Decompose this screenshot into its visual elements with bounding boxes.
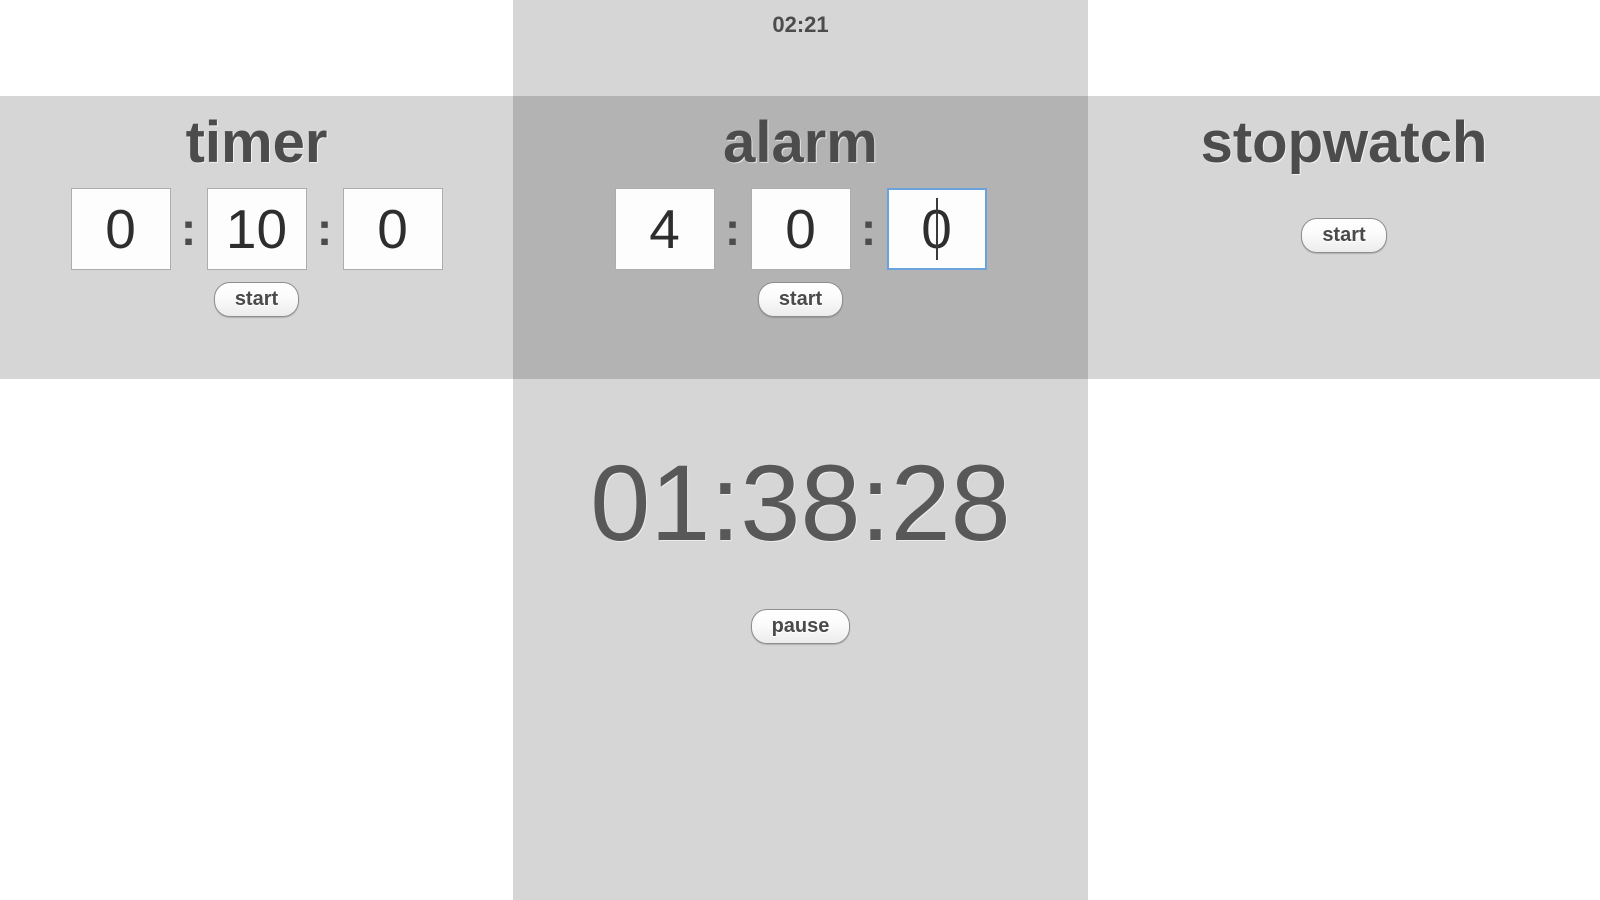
timer-seconds-wrap [342,188,443,270]
alarm-start-button[interactable]: start [757,282,844,317]
alarm-hours-input[interactable] [614,188,715,270]
timer-seconds-input[interactable] [342,188,443,270]
alarm-separator-1: : [724,203,741,255]
stopwatch-start-button[interactable]: start [1301,218,1387,253]
timer-hours-wrap [70,188,171,270]
text-caret [935,198,938,260]
timer-hours-input[interactable] [70,188,171,270]
alarm-minutes-input[interactable] [750,188,851,270]
global-clock-readout: 02:21 [772,12,829,37]
big-clock-readout: 01:38:28 [590,442,1011,563]
stopwatch-button-row: start [1088,218,1600,253]
timer-separator-2: : [316,203,333,255]
timer-separator-1: : [180,203,197,255]
alarm-separator-2: : [860,203,877,255]
alarm-minutes-wrap [750,188,851,270]
timer-minutes-input[interactable] [206,188,307,270]
timer-minutes-wrap [206,188,307,270]
alarm-seconds-wrap [886,188,987,270]
timer-panel[interactable]: timer : : start [0,96,513,379]
alarm-inputs-row: : : [513,188,1088,270]
stopwatch-title: stopwatch [1200,110,1488,175]
timer-button-row: start [0,282,513,317]
pause-button[interactable]: pause [750,609,851,644]
timer-start-button[interactable]: start [213,282,300,317]
alarm-title: alarm [723,110,878,175]
alarm-hours-wrap [614,188,715,270]
stopwatch-panel[interactable]: stopwatch start [1088,96,1600,379]
big-clock-area: 01:38:28 pause [513,379,1088,900]
alarm-panel[interactable]: alarm : : start [513,96,1088,379]
alarm-button-row: start [513,282,1088,317]
big-clock-button-row: pause [513,609,1088,644]
clock-app: 02:21 timer : : start [0,0,1600,900]
timer-inputs-row: : : [0,188,513,270]
widget-strip: timer : : start alarm [0,96,1600,379]
timer-title: timer [185,110,328,175]
